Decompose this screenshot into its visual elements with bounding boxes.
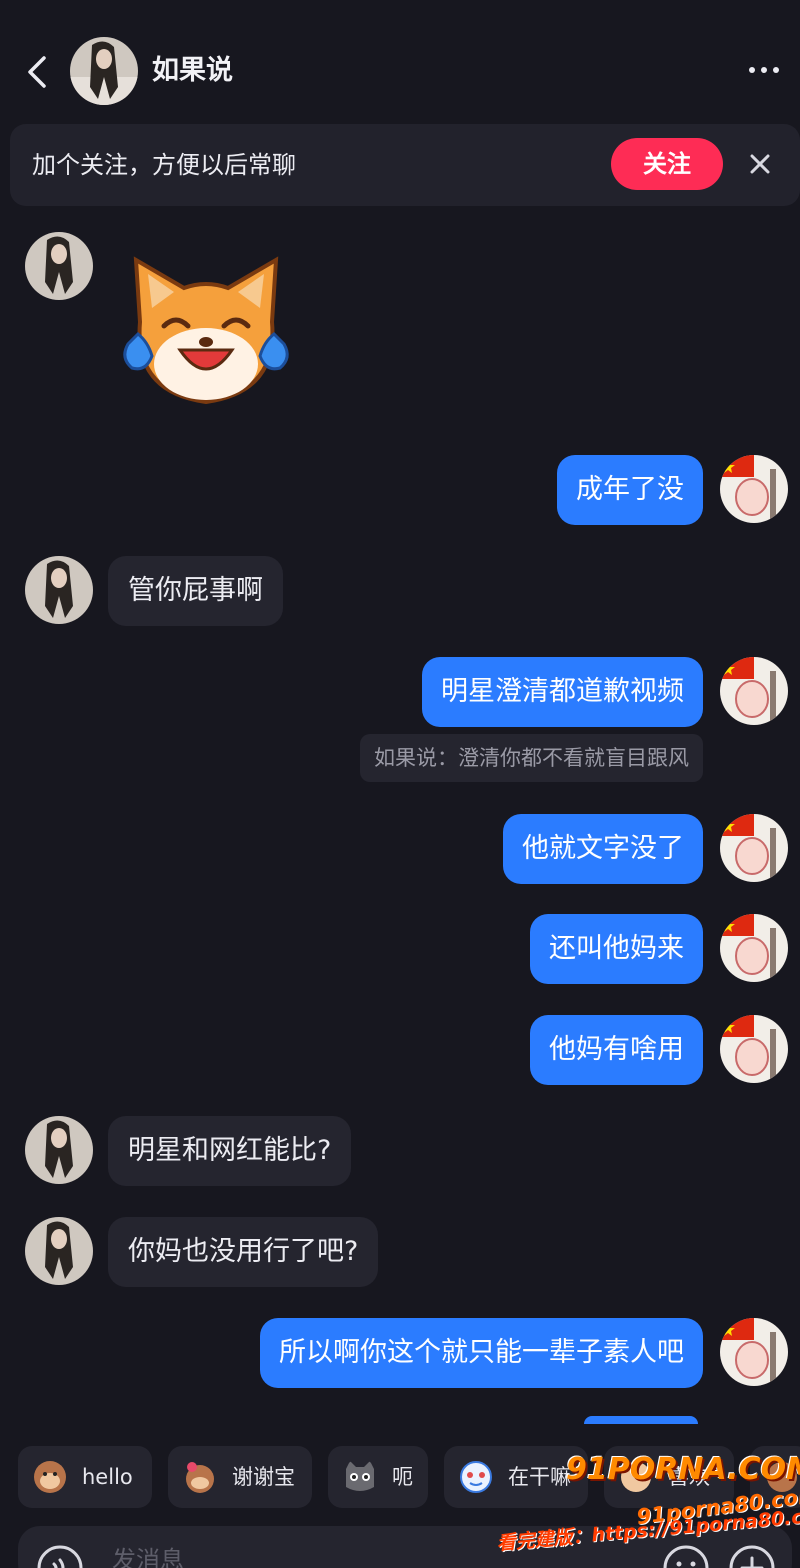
outgoing-message[interactable]: 明星澄清都道歉视频 bbox=[422, 657, 703, 727]
incoming-message[interactable]: 管你屁事啊 bbox=[108, 556, 283, 626]
quick-reply-label: hello bbox=[82, 1465, 133, 1489]
message-input[interactable]: 发消息 bbox=[112, 1540, 184, 1568]
my-avatar[interactable] bbox=[720, 1318, 788, 1386]
my-avatar[interactable] bbox=[720, 1015, 788, 1083]
voice-icon[interactable] bbox=[36, 1544, 84, 1568]
monkey-sticker-icon bbox=[34, 1461, 66, 1493]
contact-name: 如果说 bbox=[152, 55, 233, 86]
follow-prompt-text: 加个关注，方便以后常聊 bbox=[32, 151, 296, 179]
outgoing-message[interactable]: 成年了没 bbox=[557, 455, 703, 525]
quoted-message[interactable]: 如果说：澄清你都不看就盲目跟风 bbox=[360, 734, 703, 782]
laughing-cat-sticker-icon[interactable] bbox=[118, 252, 294, 412]
follow-button[interactable]: 关注 bbox=[611, 138, 723, 190]
quick-reply-thanks[interactable]: 谢谢宝 bbox=[168, 1446, 312, 1508]
quick-reply-hello[interactable]: hello bbox=[18, 1446, 152, 1508]
incoming-message[interactable]: 你妈也没用行了吧? bbox=[108, 1217, 379, 1287]
follow-prompt-bar: 加个关注，方便以后常聊 关注 bbox=[10, 124, 800, 206]
quick-reply-uh[interactable]: 呃 bbox=[328, 1446, 428, 1508]
incoming-message[interactable]: 明星和网红能比? bbox=[108, 1116, 352, 1186]
chat-header: 如果说 bbox=[0, 0, 800, 120]
outgoing-message-partial bbox=[584, 1416, 698, 1424]
outgoing-message[interactable]: 还叫他妈来 bbox=[530, 914, 703, 984]
quick-reply-label: 呃 bbox=[392, 1465, 413, 1489]
contact-avatar[interactable] bbox=[25, 1217, 93, 1285]
watermark-overlay: 91PORNA.COM 91porna80.com 看完建版：https://9… bbox=[496, 1434, 800, 1568]
contact-avatar[interactable] bbox=[70, 37, 138, 105]
quick-reply-label: 谢谢宝 bbox=[232, 1465, 295, 1489]
contact-avatar[interactable] bbox=[25, 1116, 93, 1184]
my-avatar[interactable] bbox=[720, 814, 788, 882]
my-avatar[interactable] bbox=[720, 914, 788, 982]
contact-avatar[interactable] bbox=[25, 556, 93, 624]
watermark-brand: 91PORNA.COM bbox=[566, 1452, 800, 1487]
my-avatar[interactable] bbox=[720, 455, 788, 523]
cat-sticker-icon bbox=[346, 1461, 374, 1491]
back-arrow-icon[interactable] bbox=[22, 52, 52, 92]
outgoing-message[interactable]: 他就文字没了 bbox=[503, 814, 703, 884]
my-avatar[interactable] bbox=[720, 657, 788, 725]
monkey-flower-sticker-icon bbox=[186, 1462, 214, 1493]
contact-avatar[interactable] bbox=[25, 232, 93, 300]
character-sticker-icon bbox=[460, 1461, 492, 1493]
more-options-icon[interactable] bbox=[744, 55, 784, 85]
outgoing-message[interactable]: 所以啊你这个就只能一辈子素人吧 bbox=[260, 1318, 703, 1388]
close-icon[interactable] bbox=[746, 150, 774, 178]
outgoing-message[interactable]: 他妈有啥用 bbox=[530, 1015, 703, 1085]
